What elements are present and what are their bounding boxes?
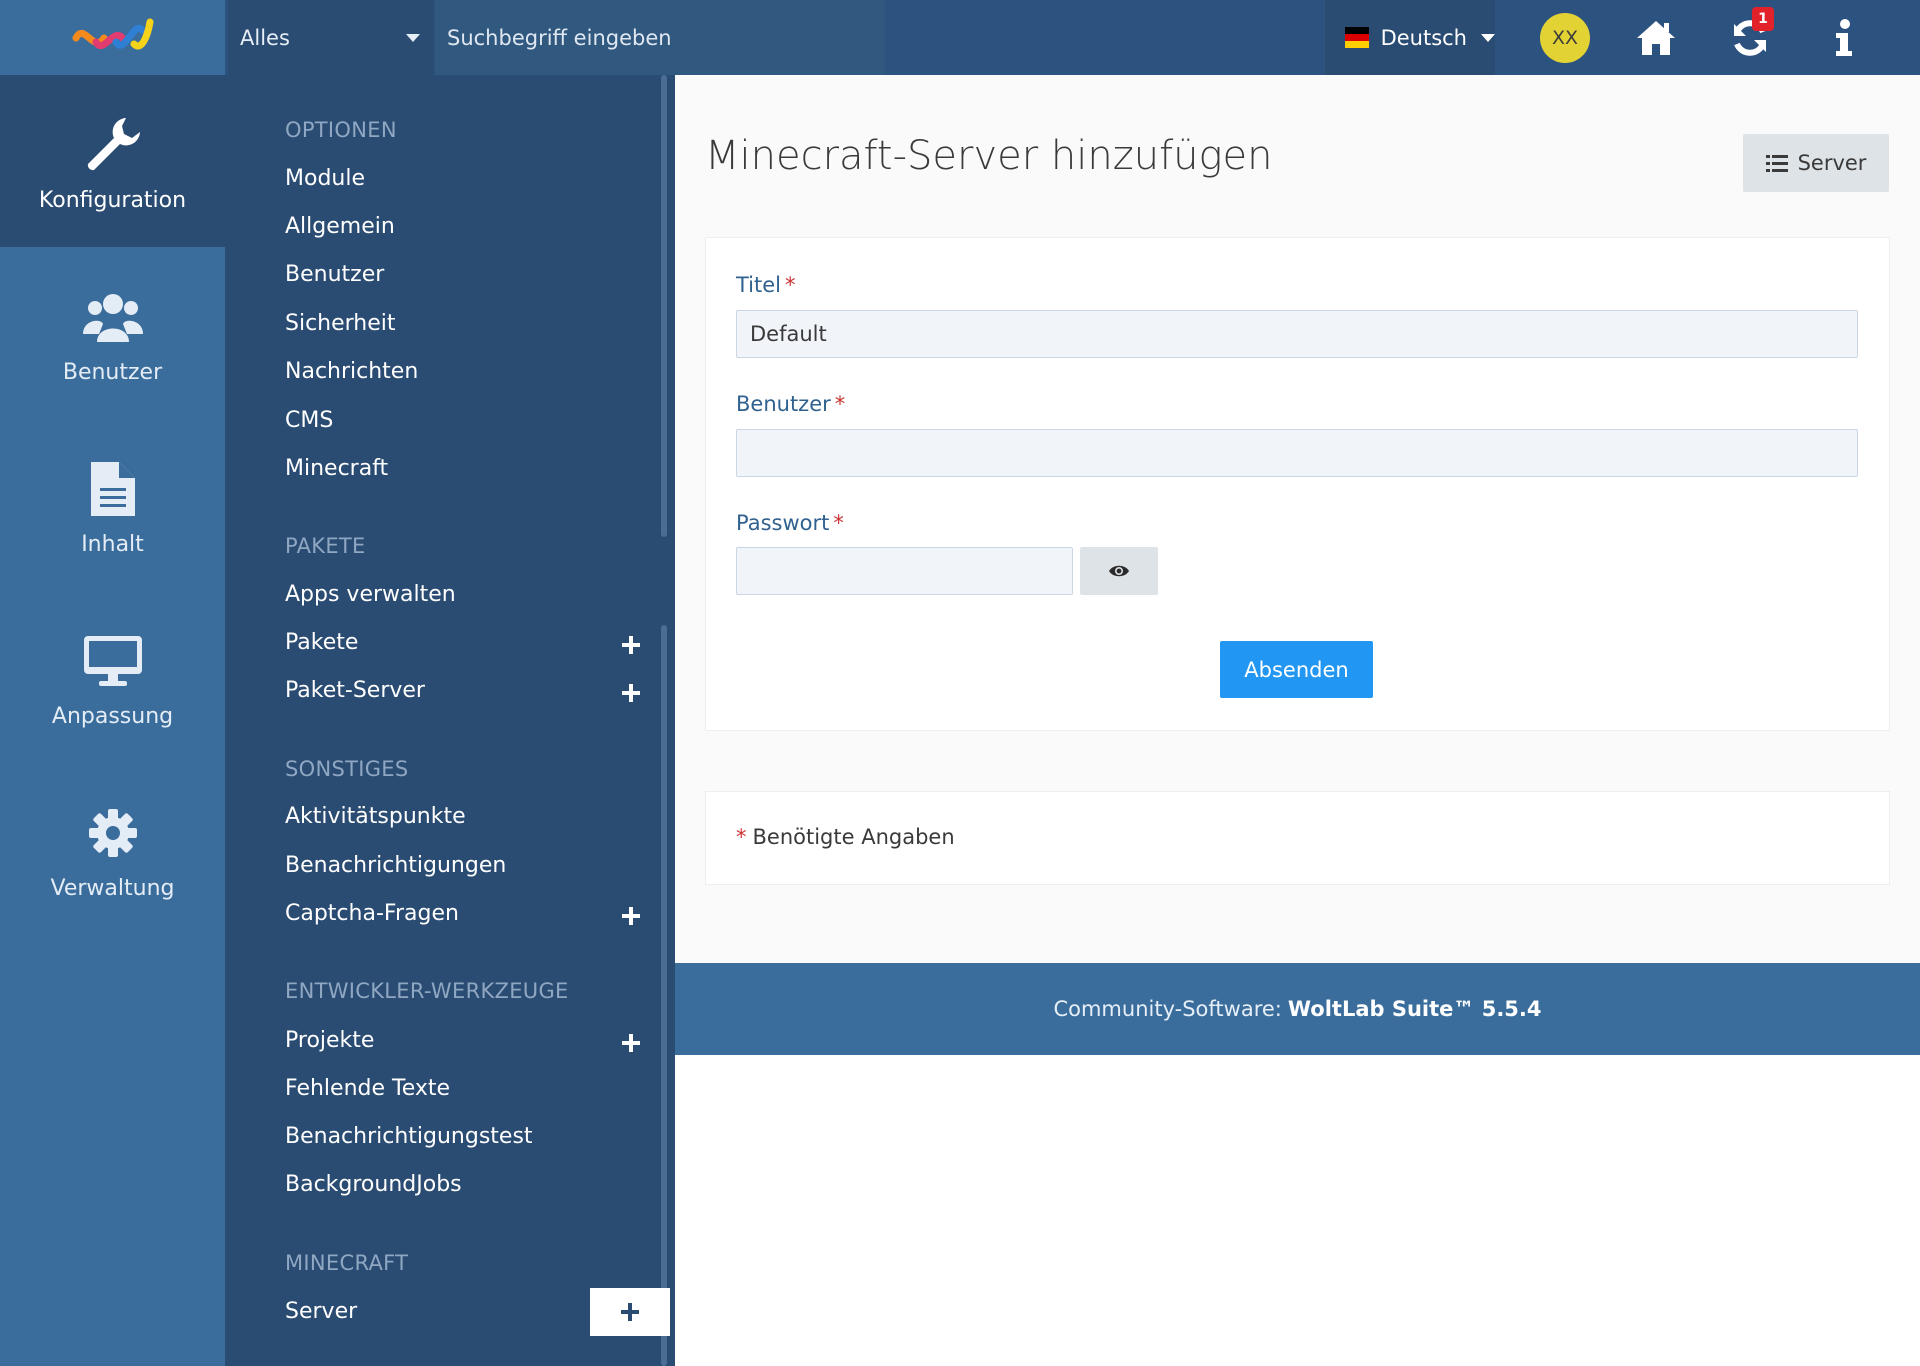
add-paket-server-button[interactable] (613, 675, 649, 711)
user-field[interactable] (736, 429, 1858, 477)
mainnav-item-anpassung[interactable]: Anpassung (0, 591, 225, 763)
search-input[interactable] (435, 0, 885, 75)
mainnav-label: Anpassung (51, 703, 174, 729)
wrench-icon (87, 117, 140, 170)
section-title-optionen: OPTIONEN (285, 118, 397, 142)
home-button[interactable] (1630, 12, 1682, 64)
user-avatar[interactable]: XX (1540, 13, 1590, 63)
section-title-entwickler-werkzeuge: ENTWICKLER-WERKZEUGE (285, 979, 569, 1003)
caret-down-icon (1481, 33, 1495, 42)
subnav-item-paket-server[interactable]: Paket-Server (285, 678, 425, 703)
subnav-item-fehlende-texte[interactable]: Fehlende Texte (285, 1076, 450, 1101)
section-title-sonstiges: SONSTIGES (285, 757, 409, 781)
users-icon (82, 293, 143, 342)
mainnav-item-benutzer[interactable]: Benutzer (0, 247, 225, 419)
plus-icon (622, 1034, 640, 1052)
user-label-text: Benutzer (736, 392, 831, 416)
monitor-icon (83, 635, 142, 686)
site-logo[interactable] (0, 0, 225, 75)
subnav-scrollbar-thumb-lower[interactable] (661, 625, 667, 1366)
user-label: Benutzer * (736, 392, 845, 416)
german-flag-icon (1345, 26, 1369, 49)
server-list-label: Server (1797, 151, 1867, 175)
subnav-item-benutzer[interactable]: Benutzer (285, 262, 384, 287)
subnav-item-module[interactable]: Module (285, 166, 365, 191)
add-server-button[interactable] (590, 1288, 670, 1336)
mainnav-label: Inhalt (81, 531, 144, 557)
subnav-item-aktivitaetspunkte[interactable]: Aktivitätspunkte (285, 804, 466, 829)
search-scope-label: Alles (240, 25, 290, 50)
info-button[interactable] (1818, 12, 1870, 64)
subnav-item-benachrichtigungen[interactable]: Benachrichtigungen (285, 853, 506, 878)
required-mark: * (736, 825, 747, 849)
show-password-button[interactable] (1080, 547, 1158, 595)
password-label-text: Passwort (736, 511, 830, 535)
mainnav-label: Konfiguration (38, 187, 187, 213)
search-scope-dropdown[interactable]: Alles (228, 0, 434, 75)
footer-product-link[interactable]: WoltLab Suite™ 5.5.4 (1288, 997, 1542, 1021)
subnav-item-captcha-fragen[interactable]: Captcha-Fragen (285, 901, 459, 926)
required-mark: * (833, 511, 844, 535)
language-dropdown[interactable]: Deutsch (1325, 0, 1495, 75)
subnav-item-cms[interactable]: CMS (285, 408, 333, 433)
subnav-item-benachrichtigungstest[interactable]: Benachrichtigungstest (285, 1124, 533, 1149)
mainnav-item-inhalt[interactable]: Inhalt (0, 419, 225, 591)
submit-button[interactable]: Absenden (1220, 641, 1373, 698)
mainnav-item-verwaltung[interactable]: Verwaltung (0, 763, 225, 935)
document-icon (90, 461, 135, 516)
title-label: Titel * (736, 273, 796, 297)
plus-icon (621, 1303, 639, 1321)
subnav-scrollbar-thumb[interactable] (661, 75, 667, 537)
subnav-item-nachrichten[interactable]: Nachrichten (285, 359, 418, 384)
mainnav-item-konfiguration[interactable]: Konfiguration (0, 75, 225, 247)
add-paket-button[interactable] (613, 627, 649, 663)
section-title-pakete: PAKETE (285, 534, 366, 558)
password-label: Passwort * (736, 511, 844, 535)
page-title: Minecraft-Server hinzufügen (705, 133, 1273, 179)
title-label-text: Titel (736, 273, 782, 297)
subnav-item-server[interactable]: Server (285, 1299, 357, 1324)
subnav-item-allgemein[interactable]: Allgemein (285, 214, 395, 239)
required-mark: * (834, 392, 846, 416)
required-note: * Benötigte Angaben (736, 825, 955, 849)
plus-icon (622, 636, 640, 654)
add-captcha-frage-button[interactable] (613, 898, 649, 934)
updates-button[interactable]: 1 (1724, 7, 1776, 64)
list-icon (1765, 154, 1788, 172)
gear-icon (88, 808, 137, 857)
woltlab-logo-icon (72, 18, 153, 49)
page-footer: Community-Software: WoltLab Suite™ 5.5.4 (675, 963, 1920, 1055)
mainnav-label: Benutzer (62, 359, 163, 385)
subnav-item-backgroundjobs[interactable]: BackgroundJobs (285, 1172, 462, 1197)
language-label: Deutsch (1380, 25, 1467, 50)
caret-down-icon (406, 34, 420, 42)
avatar-initials: XX (1551, 27, 1579, 49)
subnav-item-projekte[interactable]: Projekte (285, 1028, 374, 1053)
mainnav-label: Verwaltung (50, 875, 175, 901)
subnav-item-apps-verwalten[interactable]: Apps verwalten (285, 582, 456, 607)
plus-icon (622, 684, 640, 702)
subnav-item-pakete[interactable]: Pakete (285, 630, 358, 655)
footer-prefix: Community-Software: (1053, 997, 1282, 1021)
required-mark: * (785, 273, 796, 297)
section-title-minecraft: MINECRAFT (285, 1251, 409, 1275)
title-field[interactable] (736, 310, 1858, 358)
subnav-item-sicherheit[interactable]: Sicherheit (285, 311, 396, 336)
info-icon (1836, 19, 1852, 56)
updates-badge: 1 (1752, 7, 1774, 31)
submit-label: Absenden (1244, 657, 1349, 682)
plus-icon (622, 907, 640, 925)
required-note-text: Benötigte Angaben (752, 825, 955, 849)
server-list-button[interactable]: Server (1743, 134, 1889, 192)
eye-icon (1109, 565, 1129, 577)
password-field[interactable] (736, 547, 1073, 595)
subnav-item-minecraft[interactable]: Minecraft (285, 456, 388, 481)
add-projekt-button[interactable] (613, 1025, 649, 1061)
home-icon (1637, 21, 1675, 55)
